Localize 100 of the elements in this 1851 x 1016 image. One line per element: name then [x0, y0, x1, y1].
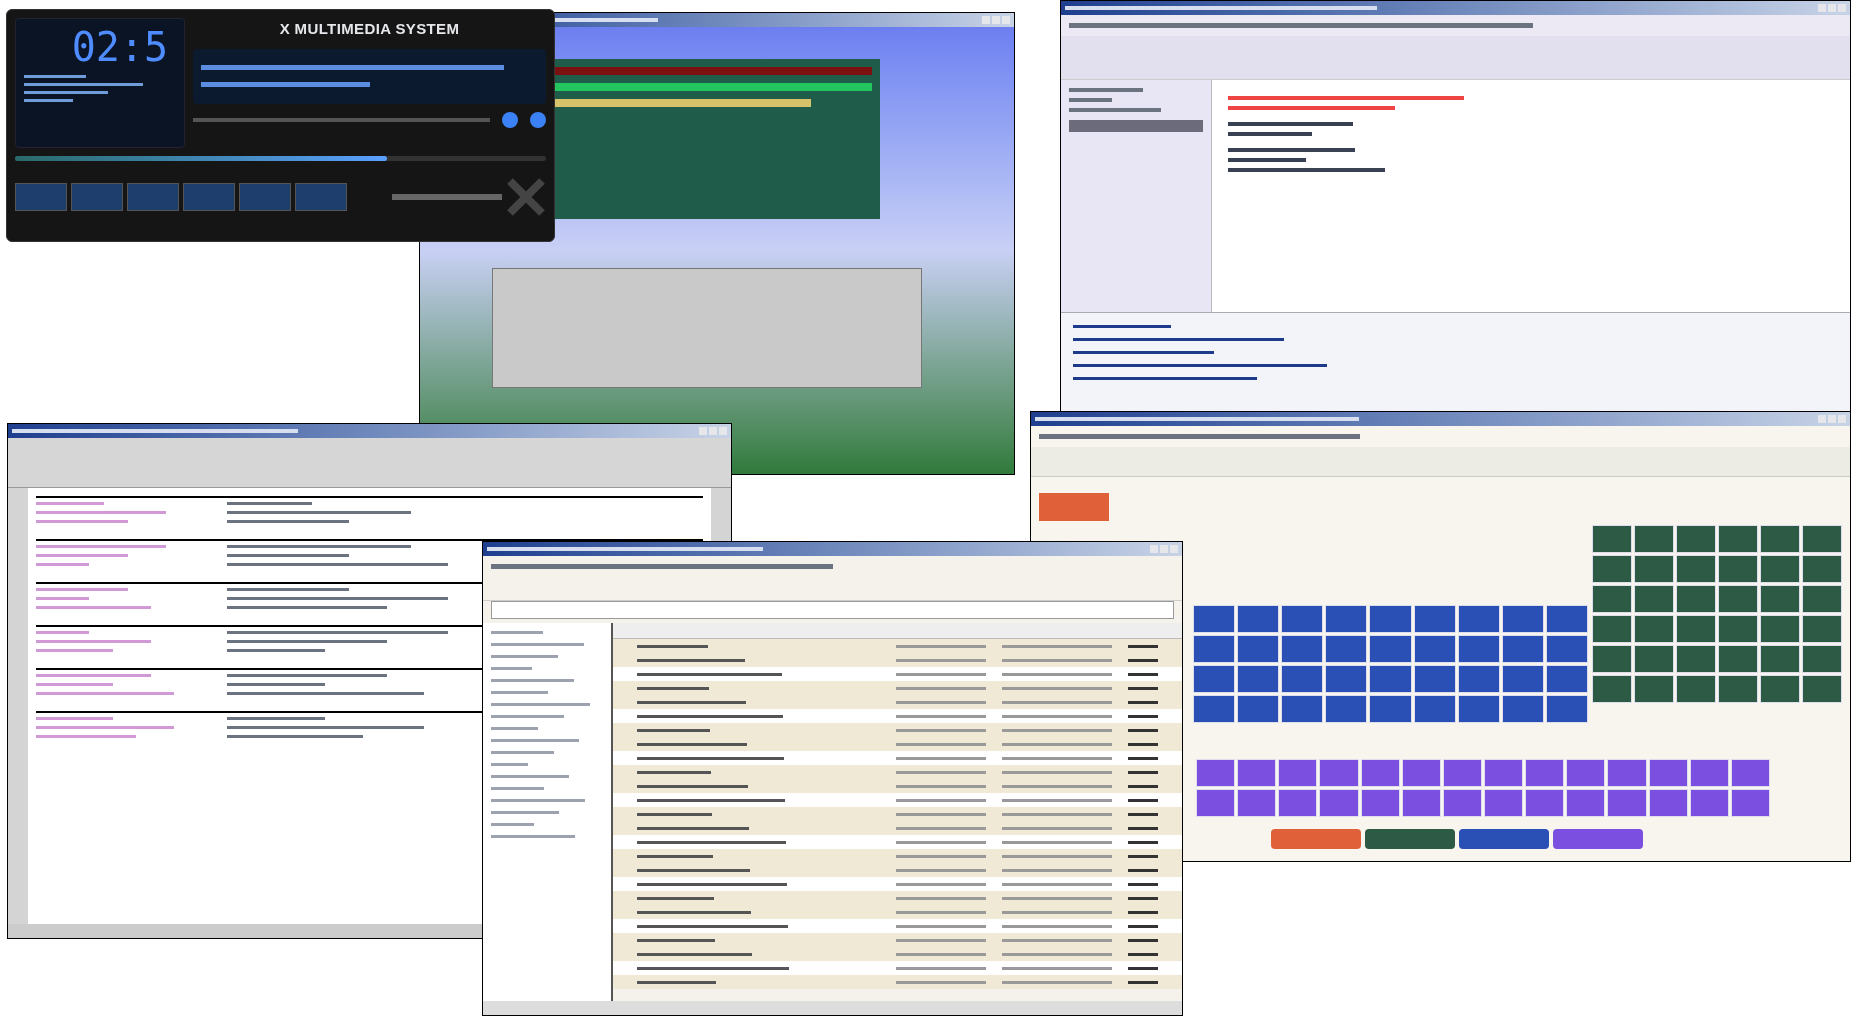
element-tile[interactable] [1566, 789, 1606, 817]
element-tile[interactable] [1319, 789, 1359, 817]
element-tile[interactable] [1278, 789, 1318, 817]
file-row[interactable] [613, 653, 1182, 667]
element-tile[interactable] [1760, 615, 1800, 643]
element-tile[interactable] [1676, 555, 1716, 583]
element-tile[interactable] [1237, 665, 1280, 693]
element-tile[interactable] [1237, 695, 1280, 723]
element-tile[interactable] [1237, 759, 1277, 787]
element-tile[interactable] [1360, 759, 1400, 787]
element-tile[interactable] [1760, 525, 1800, 553]
element-tile[interactable] [1281, 635, 1324, 663]
element-tile[interactable] [1484, 759, 1524, 787]
element-tile[interactable] [1369, 605, 1412, 633]
file-row[interactable] [613, 765, 1182, 779]
element-tile[interactable] [1442, 789, 1482, 817]
element-tile[interactable] [1319, 759, 1359, 787]
element-tile[interactable] [1196, 759, 1236, 787]
file-row[interactable] [613, 639, 1182, 653]
element-tile[interactable] [1369, 635, 1412, 663]
element-tile[interactable] [1802, 675, 1842, 703]
element-tile[interactable] [1718, 615, 1758, 643]
element-tile[interactable] [1592, 675, 1632, 703]
element-tile[interactable] [1718, 555, 1758, 583]
element-tile[interactable] [1413, 695, 1456, 723]
element-tile[interactable] [1196, 789, 1236, 817]
file-row[interactable] [613, 793, 1182, 807]
element-tile[interactable] [1413, 605, 1456, 633]
element-tile[interactable] [1634, 675, 1674, 703]
element-tile[interactable] [1802, 555, 1842, 583]
element-tile[interactable] [1760, 645, 1800, 673]
element-tile[interactable] [1360, 789, 1400, 817]
element-tile[interactable] [1689, 789, 1729, 817]
file-row[interactable] [613, 947, 1182, 961]
element-tile[interactable] [1501, 695, 1544, 723]
element-tile[interactable] [1802, 615, 1842, 643]
element-tile[interactable] [1802, 645, 1842, 673]
file-row[interactable] [613, 681, 1182, 695]
element-tile[interactable] [1545, 605, 1588, 633]
element-tile[interactable] [1525, 759, 1565, 787]
element-tile[interactable] [1545, 635, 1588, 663]
element-tile[interactable] [1718, 585, 1758, 613]
file-row[interactable] [613, 667, 1182, 681]
element-tile[interactable] [1592, 615, 1632, 643]
element-tile[interactable] [1760, 585, 1800, 613]
file-row[interactable] [613, 821, 1182, 835]
element-tile[interactable] [1760, 675, 1800, 703]
element-tile[interactable] [1457, 695, 1500, 723]
element-tile[interactable] [1592, 525, 1632, 553]
element-tile[interactable] [1401, 789, 1441, 817]
element-tile[interactable] [1634, 645, 1674, 673]
file-row[interactable] [613, 737, 1182, 751]
element-tile[interactable] [1237, 789, 1277, 817]
element-tile[interactable] [1689, 759, 1729, 787]
element-tile[interactable] [1457, 635, 1500, 663]
file-row[interactable] [613, 723, 1182, 737]
element-tile[interactable] [1676, 615, 1716, 643]
element-tile[interactable] [1676, 525, 1716, 553]
file-row[interactable] [613, 807, 1182, 821]
element-tile[interactable] [1648, 789, 1688, 817]
element-tile[interactable] [1413, 635, 1456, 663]
element-tile[interactable] [1634, 585, 1674, 613]
element-tile[interactable] [1501, 665, 1544, 693]
element-tile[interactable] [1369, 695, 1412, 723]
element-tile[interactable] [1592, 585, 1632, 613]
address-field[interactable] [491, 601, 1174, 619]
element-tile[interactable] [1442, 759, 1482, 787]
file-row[interactable] [613, 779, 1182, 793]
volume-slider-drawing[interactable] [193, 117, 490, 122]
element-tile[interactable] [1592, 645, 1632, 673]
element-tile[interactable] [1501, 635, 1544, 663]
seek-track[interactable] [15, 156, 546, 161]
file-row[interactable] [613, 835, 1182, 849]
element-tile[interactable] [1193, 695, 1236, 723]
element-tile[interactable] [1039, 493, 1109, 521]
element-tile[interactable] [1648, 759, 1688, 787]
element-tile[interactable] [1457, 605, 1500, 633]
element-tile[interactable] [1281, 695, 1324, 723]
file-row[interactable] [613, 919, 1182, 933]
element-tile[interactable] [1718, 525, 1758, 553]
element-tile[interactable] [1325, 695, 1368, 723]
element-tile[interactable] [1525, 789, 1565, 817]
element-tile[interactable] [1634, 615, 1674, 643]
file-row[interactable] [613, 877, 1182, 891]
element-tile[interactable] [1484, 789, 1524, 817]
element-tile[interactable] [1369, 665, 1412, 693]
mode-switch-drawing[interactable] [392, 194, 502, 200]
element-tile[interactable] [1566, 759, 1606, 787]
element-tile[interactable] [1607, 789, 1647, 817]
element-tile[interactable] [1802, 585, 1842, 613]
element-tile[interactable] [1634, 525, 1674, 553]
element-tile[interactable] [1278, 759, 1318, 787]
element-tile[interactable] [1730, 789, 1770, 817]
element-tile[interactable] [1718, 645, 1758, 673]
file-row[interactable] [613, 961, 1182, 975]
element-tile[interactable] [1592, 555, 1632, 583]
element-tile[interactable] [1193, 635, 1236, 663]
element-tile[interactable] [1413, 665, 1456, 693]
element-tile[interactable] [1545, 695, 1588, 723]
element-tile[interactable] [1802, 525, 1842, 553]
